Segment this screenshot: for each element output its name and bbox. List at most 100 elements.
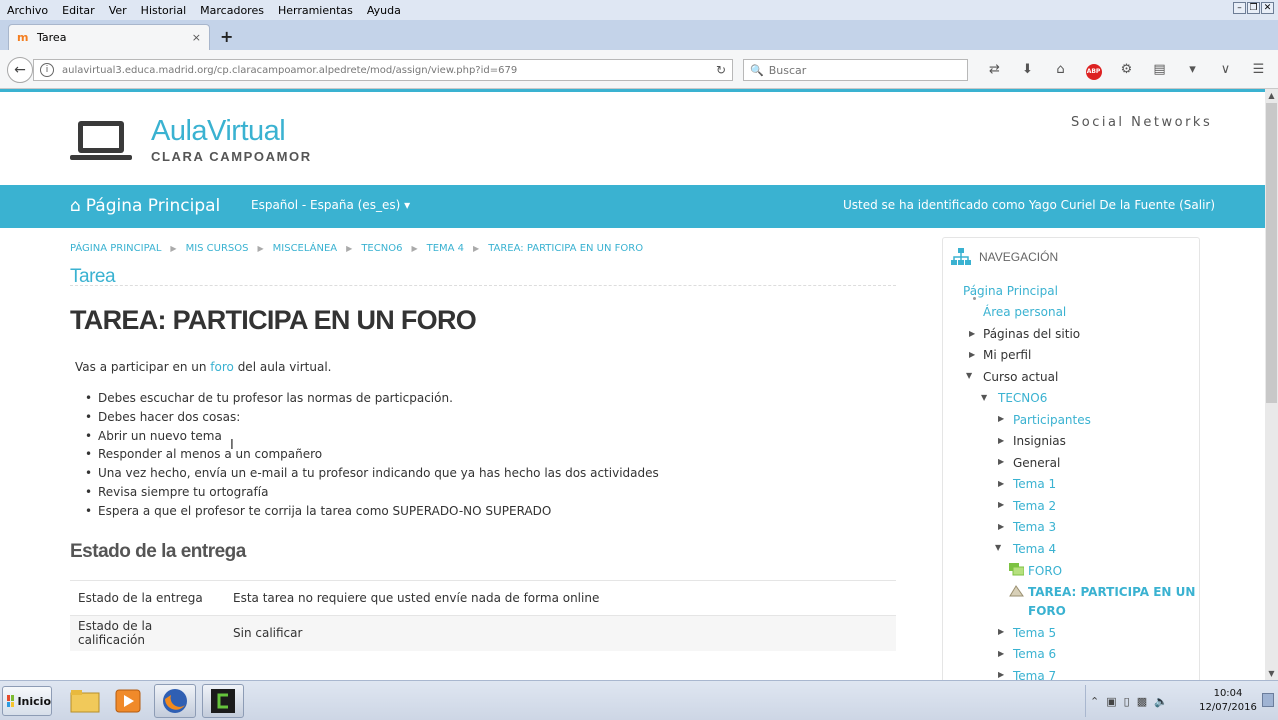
new-tab-button[interactable]: + xyxy=(220,27,233,46)
navigation-header: NAVEGACIÓN xyxy=(951,248,1058,266)
nav-curso-actual[interactable]: Curso actual xyxy=(983,370,1058,384)
toolbar-icons: ⇄ ⬇ ⌂ ABP ⚙ ▤ ▾ ∨ ☰ xyxy=(978,62,1275,80)
menu-bar: Archivo Editar Ver Historial Marcadores … xyxy=(0,0,1278,20)
breadcrumb-miscelanea[interactable]: MISCELÁNEA xyxy=(273,243,338,254)
explorer-taskbar-button[interactable] xyxy=(64,684,106,718)
breadcrumb-separator-icon: ▶ xyxy=(257,244,264,253)
sync-icon[interactable]: ⇄ xyxy=(978,62,1011,80)
close-window-button[interactable]: ✕ xyxy=(1261,2,1274,14)
scrollbar-thumb[interactable] xyxy=(1266,103,1277,403)
expand-arrow-icon[interactable]: ▶ xyxy=(998,414,1004,423)
reload-icon[interactable]: ↻ xyxy=(716,63,726,77)
info-icon[interactable]: i xyxy=(40,63,54,77)
home-icon[interactable]: ⌂ xyxy=(1044,62,1077,80)
expand-arrow-icon[interactable]: ▶ xyxy=(998,436,1004,445)
restore-button[interactable]: ❐ xyxy=(1247,2,1260,14)
list-item: Revisa siempre tu ortografía xyxy=(85,483,659,502)
address-bar[interactable]: i aulavirtual3.educa.madrid.org/cp.clara… xyxy=(33,59,733,81)
network-icon[interactable]: ▩ xyxy=(1137,695,1147,708)
navigation-title: NAVEGACIÓN xyxy=(979,250,1059,264)
dropdown-icon[interactable]: ▾ xyxy=(1176,62,1209,80)
media-player-taskbar-button[interactable] xyxy=(107,684,149,718)
nav-tema-3[interactable]: Tema 3 xyxy=(1013,520,1056,534)
menu-editar[interactable]: Editar xyxy=(55,4,102,17)
firefox-taskbar-button[interactable] xyxy=(154,684,196,718)
foro-link[interactable]: foro xyxy=(210,360,234,374)
house-icon: ⌂ xyxy=(70,196,81,216)
show-desktop-button[interactable] xyxy=(1262,693,1274,707)
user-info[interactable]: Usted se ha identificado como Yago Curie… xyxy=(843,198,1215,212)
tab-tarea[interactable]: m Tarea × xyxy=(8,24,210,50)
pocket-icon[interactable]: ∨ xyxy=(1209,62,1242,80)
battery-icon[interactable]: ▯ xyxy=(1124,695,1130,708)
tab-close-icon[interactable]: × xyxy=(192,31,201,44)
breadcrumb-tema4[interactable]: TEMA 4 xyxy=(427,243,464,254)
expand-arrow-icon[interactable]: ▶ xyxy=(998,457,1004,466)
breadcrumb-mis-cursos[interactable]: MIS CURSOS xyxy=(186,243,249,254)
nav-paginas-sitio[interactable]: Páginas del sitio xyxy=(983,327,1080,341)
breadcrumb-tarea[interactable]: TAREA: PARTICIPA EN UN FORO xyxy=(488,243,643,254)
minimize-button[interactable]: – xyxy=(1233,2,1246,14)
start-button[interactable]: Inicio xyxy=(2,686,52,716)
page-scrollbar[interactable]: ▲ ▼ xyxy=(1265,89,1278,680)
intro-before: Vas a participar en un xyxy=(75,360,211,374)
expand-arrow-icon[interactable]: ▶ xyxy=(969,329,975,338)
hamburger-menu-icon[interactable]: ☰ xyxy=(1242,62,1275,80)
nav-mi-perfil[interactable]: Mi perfil xyxy=(983,348,1031,362)
scroll-up-icon[interactable]: ▲ xyxy=(1265,89,1278,102)
divider xyxy=(70,285,896,286)
breadcrumb-tecno6[interactable]: TECNO6 xyxy=(361,243,402,254)
back-button[interactable]: ← xyxy=(7,57,33,83)
nav-tema-4[interactable]: Tema 4 xyxy=(1013,542,1056,556)
expand-arrow-icon[interactable]: ▶ xyxy=(998,479,1004,488)
collapse-arrow-icon[interactable]: ▼ xyxy=(966,371,972,380)
camtasia-taskbar-button[interactable] xyxy=(202,684,244,718)
menu-ayuda[interactable]: Ayuda xyxy=(360,4,408,17)
collapse-arrow-icon[interactable]: ▼ xyxy=(981,393,987,402)
menu-herramientas[interactable]: Herramientas xyxy=(271,4,360,17)
nav-foro[interactable]: FORO xyxy=(1028,564,1062,578)
tray-expand-icon[interactable]: ⌃ xyxy=(1090,695,1099,708)
nav-general[interactable]: General xyxy=(1013,456,1060,470)
firefox-icon xyxy=(163,689,187,713)
menu-marcadores[interactable]: Marcadores xyxy=(193,4,271,17)
nav-insignias[interactable]: Insignias xyxy=(1013,434,1066,448)
nav-tema-7[interactable]: Tema 7 xyxy=(1013,669,1056,680)
clock[interactable]: 10:04 12/07/2016 xyxy=(1198,687,1258,715)
breadcrumb-home[interactable]: PÁGINA PRINCIPAL xyxy=(70,243,161,254)
expand-arrow-icon[interactable]: ▶ xyxy=(998,500,1004,509)
nav-tema-6[interactable]: Tema 6 xyxy=(1013,647,1056,661)
nav-participantes[interactable]: Participantes xyxy=(1013,413,1091,427)
download-icon[interactable]: ⬇ xyxy=(1011,62,1044,80)
nav-area-personal[interactable]: Área personal xyxy=(983,305,1066,319)
menu-historial[interactable]: Historial xyxy=(134,4,193,17)
nav-tarea-current[interactable]: TAREA: PARTICIPA EN UN xyxy=(1028,585,1195,599)
extension-icon[interactable]: ⚙ xyxy=(1110,62,1143,80)
tray-app-icon[interactable]: ▣ xyxy=(1106,695,1116,708)
breadcrumb-separator-icon: ▶ xyxy=(346,244,353,253)
nav-tema-5[interactable]: Tema 5 xyxy=(1013,626,1056,640)
language-selector[interactable]: Español - España (es_es) ▾ xyxy=(251,198,410,212)
menu-archivo[interactable]: Archivo xyxy=(0,4,55,17)
nav-tecno6[interactable]: TECNO6 xyxy=(998,391,1047,405)
expand-arrow-icon[interactable]: ▶ xyxy=(998,670,1004,679)
adblock-button[interactable]: ABP xyxy=(1077,62,1110,80)
collapse-arrow-icon[interactable]: ▼ xyxy=(995,543,1001,552)
nav-pagina-principal[interactable]: Página Principal xyxy=(963,284,1058,298)
clipboard-icon[interactable]: ▤ xyxy=(1143,62,1176,80)
nav-tema-2[interactable]: Tema 2 xyxy=(1013,499,1056,513)
expand-arrow-icon[interactable]: ▶ xyxy=(969,350,975,359)
menu-ver[interactable]: Ver xyxy=(102,4,134,17)
scroll-down-icon[interactable]: ▼ xyxy=(1265,667,1278,680)
media-player-icon xyxy=(115,689,141,713)
nav-tema-1[interactable]: Tema 1 xyxy=(1013,477,1056,491)
expand-arrow-icon[interactable]: ▶ xyxy=(998,522,1004,531)
search-input[interactable] xyxy=(768,63,959,77)
expand-arrow-icon[interactable]: ▶ xyxy=(998,627,1004,636)
nav-tarea-current-line2[interactable]: FORO xyxy=(1028,604,1066,618)
volume-icon[interactable]: 🔈 xyxy=(1154,695,1168,708)
home-link[interactable]: ⌂ Página Principal xyxy=(70,196,220,216)
search-box[interactable]: 🔍 xyxy=(743,59,968,81)
expand-arrow-icon[interactable]: ▶ xyxy=(998,649,1004,658)
logo-title[interactable]: AulaVirtual xyxy=(151,115,286,148)
